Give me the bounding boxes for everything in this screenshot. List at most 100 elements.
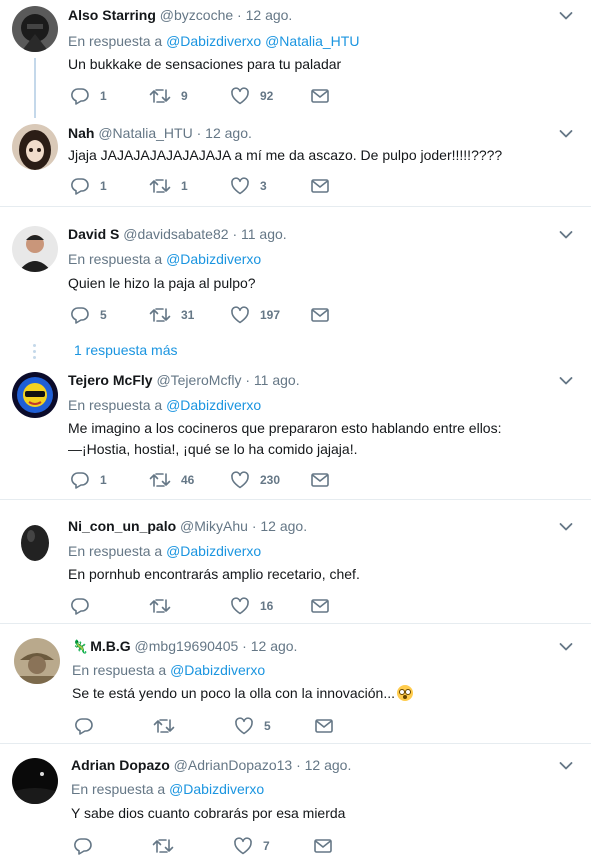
display-name[interactable]: Also Starring — [68, 7, 156, 23]
reply-button[interactable]: 1 — [70, 470, 107, 490]
reply-button[interactable]: 1 — [70, 86, 107, 106]
tweet-item[interactable]: Tejero McFly @TejeroMcfly · 11 ago. En r… — [0, 363, 591, 500]
chevron-down-icon[interactable] — [559, 376, 573, 386]
chevron-down-icon[interactable] — [559, 642, 573, 652]
chevron-down-icon[interactable] — [559, 11, 573, 21]
mention-link[interactable]: @Dabizdiverxo — [166, 33, 261, 49]
reply-button[interactable] — [74, 716, 104, 736]
reply-button[interactable] — [70, 596, 100, 616]
tweet-item[interactable]: Ni_con_un_palo @MikyAhu · 12 ago. En res… — [0, 510, 591, 624]
timestamp[interactable]: 11 ago. — [254, 372, 300, 388]
direct-message-button[interactable] — [310, 86, 340, 106]
avatar[interactable] — [12, 758, 58, 804]
chevron-down-icon[interactable] — [559, 761, 573, 771]
username[interactable]: @mbg19690405 — [135, 638, 239, 654]
mention-link[interactable]: @Natalia_HTU — [265, 33, 359, 49]
heart-icon — [230, 306, 250, 324]
timestamp[interactable]: 11 ago. — [241, 226, 287, 242]
avatar[interactable] — [12, 6, 58, 52]
direct-message-button[interactable] — [314, 716, 344, 736]
direct-message-button[interactable] — [310, 176, 340, 196]
reply-icon — [74, 717, 94, 735]
display-name[interactable]: M.B.G — [90, 638, 130, 654]
like-count: 92 — [260, 89, 274, 103]
tweet-item[interactable]: Also Starring @byzcoche · 12 ago. En res… — [0, 0, 591, 118]
username[interactable]: @MikyAhu — [180, 518, 248, 534]
reply-count: 5 — [100, 308, 107, 322]
heart-icon — [230, 471, 250, 489]
retweet-button[interactable] — [152, 836, 184, 856]
mention-link[interactable]: @Dabizdiverxo — [166, 397, 261, 413]
mention-link[interactable]: @Dabizdiverxo — [170, 662, 265, 678]
chevron-down-icon[interactable] — [559, 522, 573, 532]
timestamp[interactable]: 12 ago. — [260, 518, 307, 534]
like-button[interactable]: 92 — [230, 86, 273, 106]
username[interactable]: @Natalia_HTU — [98, 125, 192, 141]
reply-button[interactable]: 5 — [70, 305, 107, 325]
reply-prefix: En respuesta a — [71, 781, 166, 797]
mention-link[interactable]: @Dabizdiverxo — [166, 251, 261, 267]
tweet-item[interactable]: Adrian Dopazo @AdrianDopazo13 · 12 ago. … — [0, 750, 591, 862]
envelope-icon — [314, 718, 334, 734]
retweet-button[interactable] — [149, 596, 181, 616]
timestamp[interactable]: 12 ago. — [246, 7, 293, 23]
avatar[interactable] — [12, 372, 58, 418]
tweet-header: 🦎 M.B.G @mbg19690405 · 12 ago. — [72, 638, 297, 655]
avatar[interactable] — [12, 226, 58, 272]
display-name[interactable]: Adrian Dopazo — [71, 757, 170, 773]
envelope-icon — [310, 598, 330, 614]
reply-button[interactable]: 1 — [70, 176, 107, 196]
heart-icon — [230, 87, 250, 105]
avatar[interactable] — [12, 518, 58, 564]
tweet-item[interactable]: 🦎 M.B.G @mbg19690405 · 12 ago. En respues… — [0, 630, 591, 744]
chevron-down-icon[interactable] — [559, 230, 573, 240]
direct-message-button[interactable] — [310, 596, 340, 616]
separator-dot: · — [296, 757, 301, 773]
reply-context: En respuesta a @Dabizdiverxo @Natalia_HT… — [68, 33, 359, 49]
retweet-button[interactable]: 1 — [149, 176, 188, 196]
reply-button[interactable] — [73, 836, 103, 856]
retweet-button[interactable] — [153, 716, 185, 736]
timestamp[interactable]: 12 ago. — [251, 638, 298, 654]
tweet-text: En pornhub encontrarás amplio recetario,… — [68, 566, 360, 582]
mention-link[interactable]: @Dabizdiverxo — [169, 781, 264, 797]
like-button[interactable]: 16 — [230, 596, 273, 616]
like-count: 197 — [260, 308, 281, 322]
retweet-icon — [149, 597, 171, 615]
tweet-item[interactable]: David S @davidsabate82 · 11 ago. En resp… — [0, 218, 591, 363]
display-name[interactable]: Ni_con_un_palo — [68, 518, 176, 534]
like-button[interactable]: 7 — [233, 836, 270, 856]
display-name[interactable]: Tejero McFly — [68, 372, 153, 388]
retweet-button[interactable]: 31 — [149, 305, 194, 325]
direct-message-button[interactable] — [310, 470, 340, 490]
reply-icon — [73, 837, 93, 855]
tweet-item[interactable]: Nah @Natalia_HTU · 12 ago. Jjaja JAJAJAJ… — [0, 118, 591, 207]
avatar[interactable] — [12, 124, 58, 170]
mention-link[interactable]: @Dabizdiverxo — [166, 543, 261, 559]
direct-message-button[interactable] — [310, 305, 340, 325]
show-more-replies-link[interactable]: 1 respuesta más — [74, 342, 178, 358]
like-button[interactable]: 197 — [230, 305, 280, 325]
timestamp[interactable]: 12 ago. — [205, 125, 252, 141]
avatar[interactable] — [14, 638, 60, 684]
like-count: 3 — [260, 179, 267, 193]
direct-message-button[interactable] — [313, 836, 343, 856]
envelope-icon — [310, 178, 330, 194]
display-name[interactable]: David S — [68, 226, 119, 242]
display-name[interactable]: Nah — [68, 125, 94, 141]
like-button[interactable]: 230 — [230, 470, 280, 490]
username[interactable]: @TejeroMcfly — [156, 372, 241, 388]
tweet-header: Also Starring @byzcoche · 12 ago. — [68, 7, 292, 23]
timestamp[interactable]: 12 ago. — [305, 757, 352, 773]
chevron-down-icon[interactable] — [559, 129, 573, 139]
username[interactable]: @byzcoche — [160, 7, 233, 23]
retweet-button[interactable]: 46 — [149, 470, 194, 490]
like-button[interactable]: 3 — [230, 176, 267, 196]
retweet-count: 46 — [181, 473, 195, 487]
username[interactable]: @davidsabate82 — [123, 226, 228, 242]
retweet-button[interactable]: 9 — [149, 86, 188, 106]
heart-icon — [233, 837, 253, 855]
reply-prefix: En respuesta a — [68, 543, 163, 559]
like-button[interactable]: 5 — [234, 716, 271, 736]
username[interactable]: @AdrianDopazo13 — [174, 757, 293, 773]
